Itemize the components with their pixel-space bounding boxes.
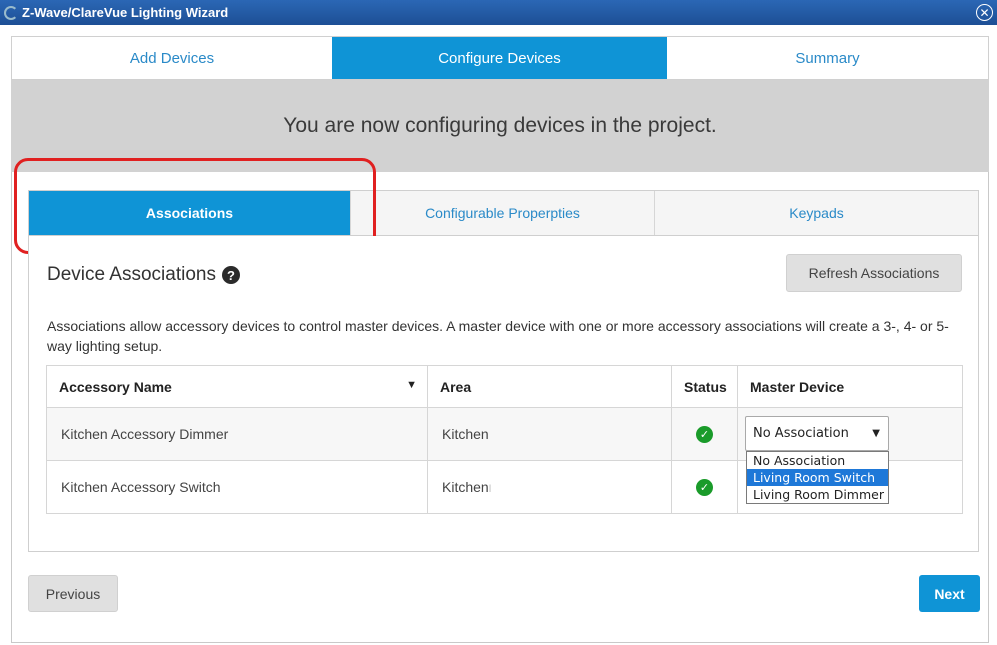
master-device-select-value: No Association (753, 426, 849, 441)
window-titlebar: Z-Wave/ClareVue Lighting Wizard ✕ (0, 0, 997, 25)
cell-status: ✓ (671, 407, 738, 461)
caret-down-icon[interactable]: ▼ (406, 379, 417, 391)
option-living-room-dimmer[interactable]: Living Room Dimmer (747, 486, 888, 503)
check-circle-icon: ✓ (696, 426, 713, 443)
header-area[interactable]: Area (427, 365, 672, 408)
header-master-device[interactable]: Master Device (737, 365, 963, 408)
step-configure-devices[interactable]: Configure Devices (332, 37, 667, 79)
header-accessory-name-label: Accessory Name (59, 378, 172, 395)
master-device-dropdown: No Association Living Room Switch Living… (746, 451, 889, 504)
cell-area: Kitchenǀ (427, 460, 672, 514)
chevron-down-icon: ▼ (872, 428, 880, 439)
tab-configurable-properties[interactable]: Configurable Properpties (351, 191, 655, 235)
wizard-steps: Add Devices Configure Devices Summary (11, 36, 989, 80)
close-icon[interactable]: ✕ (976, 4, 993, 21)
refresh-associations-button[interactable]: Refresh Associations (786, 254, 962, 292)
cell-accessory-name: Kitchen Accessory Dimmer (46, 407, 428, 461)
cell-area-text: Kitchen (442, 479, 489, 495)
option-living-room-switch[interactable]: Living Room Switch (747, 469, 888, 486)
section-title: Device Associations ? (47, 264, 240, 286)
status-banner: You are now configuring devices in the p… (11, 80, 989, 172)
config-subtabs: Associations Configurable Properpties Ke… (28, 190, 979, 236)
header-status[interactable]: Status (671, 365, 738, 408)
app-logo-icon (4, 5, 18, 20)
step-summary[interactable]: Summary (667, 37, 988, 79)
check-circle-icon: ✓ (696, 479, 713, 496)
cell-status: ✓ (671, 460, 738, 514)
option-no-association[interactable]: No Association (747, 452, 888, 469)
question-circle-icon[interactable]: ? (221, 266, 240, 284)
tab-keypads[interactable]: Keypads (655, 191, 978, 235)
cell-accessory-name: Kitchen Accessory Switch (46, 460, 428, 514)
window-title: Z-Wave/ClareVue Lighting Wizard (22, 5, 229, 20)
cell-area: Kitchen (427, 407, 672, 461)
text-cursor-mark: ǀ (488, 484, 492, 495)
header-accessory-name[interactable]: Accessory Name ▼ (46, 365, 428, 408)
next-button[interactable]: Next (919, 575, 980, 612)
step-add-devices[interactable]: Add Devices (12, 37, 332, 79)
previous-button[interactable]: Previous (28, 575, 118, 612)
section-title-text: Device Associations (47, 264, 216, 285)
section-description: Associations allow accessory devices to … (47, 318, 949, 354)
banner-text: You are now configuring devices in the p… (283, 114, 717, 137)
master-device-select[interactable]: No Association ▼ (745, 416, 889, 451)
tab-associations[interactable]: Associations (29, 191, 351, 235)
